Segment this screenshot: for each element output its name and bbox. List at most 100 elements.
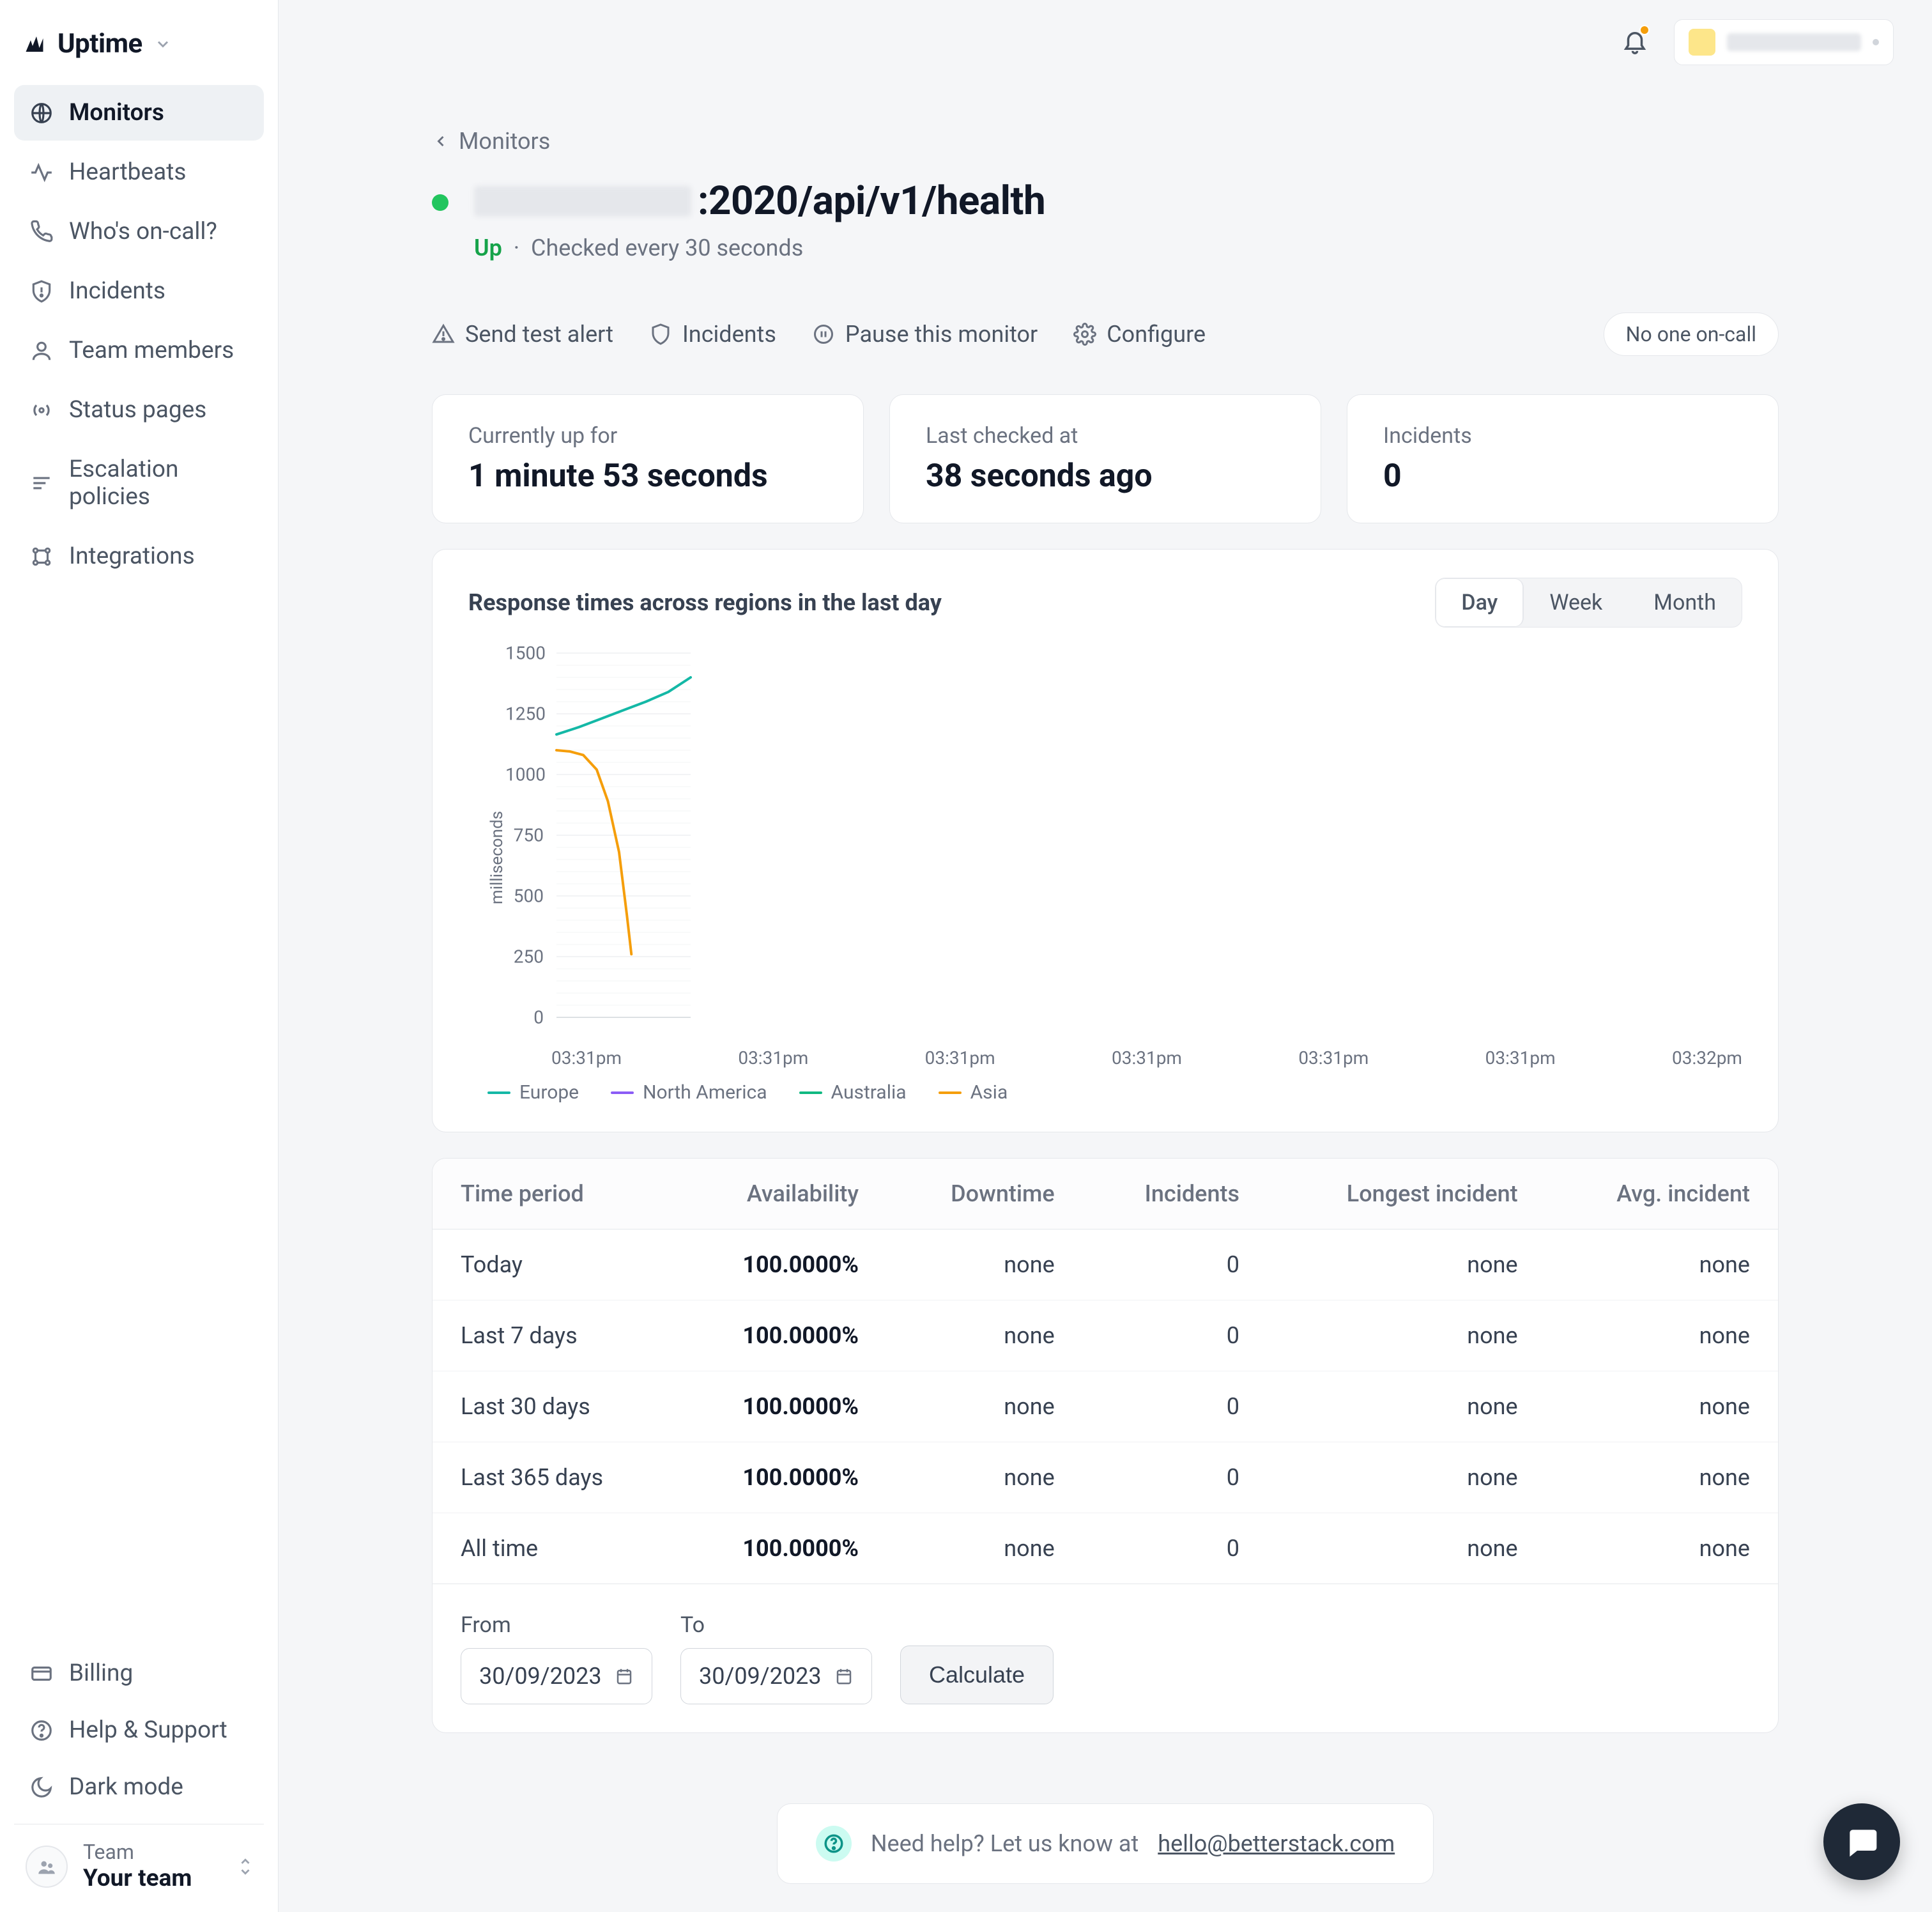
- monitor-host-redacted: [474, 186, 691, 217]
- team-name: Your team: [83, 1865, 223, 1893]
- table-header: Time period: [433, 1159, 676, 1230]
- table-row: Last 7 days100.0000%none0nonenone: [433, 1300, 1778, 1371]
- table-cell: none: [1546, 1513, 1778, 1584]
- chat-icon: [1844, 1824, 1880, 1860]
- legend-label: North America: [643, 1081, 767, 1104]
- table-cell: 100.0000%: [676, 1371, 887, 1442]
- action-label: Pause this monitor: [845, 321, 1038, 348]
- table-cell: none: [1268, 1513, 1546, 1584]
- nav-status-pages[interactable]: Status pages: [14, 382, 264, 438]
- card-incidents: Incidents 0: [1347, 394, 1779, 523]
- table-cell: 100.0000%: [676, 1513, 887, 1584]
- table-cell: 0: [1083, 1230, 1268, 1300]
- legend-item[interactable]: North America: [611, 1081, 767, 1104]
- table-cell: none: [1268, 1442, 1546, 1513]
- topbar: [1621, 19, 1894, 65]
- nav-label: Team members: [69, 337, 234, 364]
- chart-ytick: 750: [505, 825, 544, 846]
- table-cell: 100.0000%: [676, 1442, 887, 1513]
- pause-monitor-button[interactable]: Pause this monitor: [812, 321, 1038, 348]
- notifications-button[interactable]: [1621, 27, 1648, 57]
- table-cell: none: [887, 1442, 1083, 1513]
- intercom-launcher[interactable]: [1823, 1803, 1900, 1880]
- nav-heartbeats[interactable]: Heartbeats: [14, 144, 264, 200]
- nav-label: Escalation policies: [69, 456, 249, 511]
- action-label: Incidents: [682, 321, 776, 348]
- table-row: Last 30 days100.0000%none0nonenone: [433, 1371, 1778, 1442]
- legend-item[interactable]: Australia: [799, 1081, 907, 1104]
- card-label: Last checked at: [926, 423, 1285, 449]
- table-cell: none: [1268, 1230, 1546, 1300]
- brand-logo-icon: [23, 33, 46, 56]
- oncall-pill[interactable]: No one on-call: [1604, 312, 1779, 356]
- card-value: 1 minute 53 seconds: [468, 458, 827, 495]
- chart-xtick: 03:31pm: [925, 1047, 995, 1068]
- table-cell: none: [887, 1300, 1083, 1371]
- phone-icon: [29, 220, 54, 244]
- status-text: Up: [474, 235, 502, 261]
- range-week[interactable]: Week: [1524, 578, 1628, 627]
- nav-billing[interactable]: Billing: [14, 1647, 264, 1700]
- table-header: Incidents: [1083, 1159, 1268, 1230]
- response-time-chart: Response times across regions in the las…: [432, 549, 1779, 1132]
- calculate-button[interactable]: Calculate: [900, 1646, 1054, 1704]
- help-icon: [29, 1718, 54, 1743]
- table-cell: 100.0000%: [676, 1230, 887, 1300]
- sidebar-bottom: Billing Help & Support Dark mode Team Yo…: [14, 1647, 264, 1898]
- user-menu[interactable]: [1674, 19, 1894, 65]
- nav-incidents[interactable]: Incidents: [14, 263, 264, 319]
- team-avatar-icon: [26, 1846, 68, 1888]
- legend-label: Europe: [519, 1081, 579, 1104]
- nav-monitors[interactable]: Monitors: [14, 85, 264, 141]
- help-text: Need help? Let us know at: [871, 1830, 1138, 1857]
- help-banner: Need help? Let us know at hello@betterst…: [777, 1803, 1434, 1884]
- from-date-input[interactable]: 30/09/2023: [461, 1648, 652, 1704]
- nav-dark-mode[interactable]: Dark mode: [14, 1761, 264, 1814]
- calendar-icon: [834, 1667, 854, 1686]
- to-date-input[interactable]: 30/09/2023: [680, 1648, 872, 1704]
- table-cell: none: [887, 1230, 1083, 1300]
- legend-item[interactable]: Asia: [939, 1081, 1008, 1104]
- chevron-down-icon: [154, 35, 172, 53]
- nav-oncall[interactable]: Who's on-call?: [14, 204, 264, 259]
- nav-label: Status pages: [69, 396, 206, 424]
- nav-team-members[interactable]: Team members: [14, 323, 264, 378]
- nav-label: Who's on-call?: [69, 218, 217, 245]
- table-cell: none: [1546, 1300, 1778, 1371]
- table-cell: Last 365 days: [433, 1442, 676, 1513]
- chart-xticks: 03:31pm03:31pm03:31pm03:31pm03:31pm03:31…: [551, 1047, 1742, 1068]
- availability-table: Time periodAvailabilityDowntimeIncidents…: [433, 1159, 1778, 1584]
- main: Monitors :2020/api/v1/health Up · Checke…: [279, 0, 1932, 1912]
- send-test-alert-button[interactable]: Send test alert: [432, 321, 613, 348]
- monitor-title-suffix: :2020/api/v1/health: [698, 178, 1045, 224]
- team-switcher[interactable]: Team Your team: [14, 1824, 264, 1898]
- nav-escalation[interactable]: Escalation policies: [14, 442, 264, 525]
- help-email-link[interactable]: hello@betterstack.com: [1158, 1830, 1395, 1857]
- nav-integrations[interactable]: Integrations: [14, 528, 264, 584]
- configure-button[interactable]: Configure: [1073, 321, 1206, 348]
- nav-help[interactable]: Help & Support: [14, 1704, 264, 1757]
- breadcrumb-back[interactable]: Monitors: [432, 128, 550, 155]
- monitor-title: :2020/api/v1/health: [474, 178, 1045, 224]
- nav-label: Incidents: [69, 277, 165, 305]
- incidents-button[interactable]: Incidents: [649, 321, 776, 348]
- chart-xtick: 03:32pm: [1672, 1047, 1742, 1068]
- legend-item[interactable]: Europe: [487, 1081, 579, 1104]
- table-cell: 0: [1083, 1300, 1268, 1371]
- chart-ytick: 1500: [505, 643, 544, 664]
- range-day[interactable]: Day: [1436, 578, 1524, 627]
- range-month[interactable]: Month: [1628, 578, 1742, 627]
- action-label: Send test alert: [465, 321, 613, 348]
- availability-card: Time periodAvailabilityDowntimeIncidents…: [432, 1158, 1779, 1733]
- table-cell: All time: [433, 1513, 676, 1584]
- table-header: Downtime: [887, 1159, 1083, 1230]
- card-value: 0: [1383, 458, 1742, 495]
- brand-switcher[interactable]: Uptime: [14, 13, 264, 85]
- summary-cards: Currently up for 1 minute 53 seconds Las…: [432, 394, 1779, 523]
- chart-xtick: 03:31pm: [1112, 1047, 1182, 1068]
- broadcast-icon: [29, 398, 54, 422]
- table-cell: none: [887, 1371, 1083, 1442]
- legend-swatch-icon: [939, 1091, 962, 1094]
- table-cell: none: [1546, 1442, 1778, 1513]
- table-row: All time100.0000%none0nonenone: [433, 1513, 1778, 1584]
